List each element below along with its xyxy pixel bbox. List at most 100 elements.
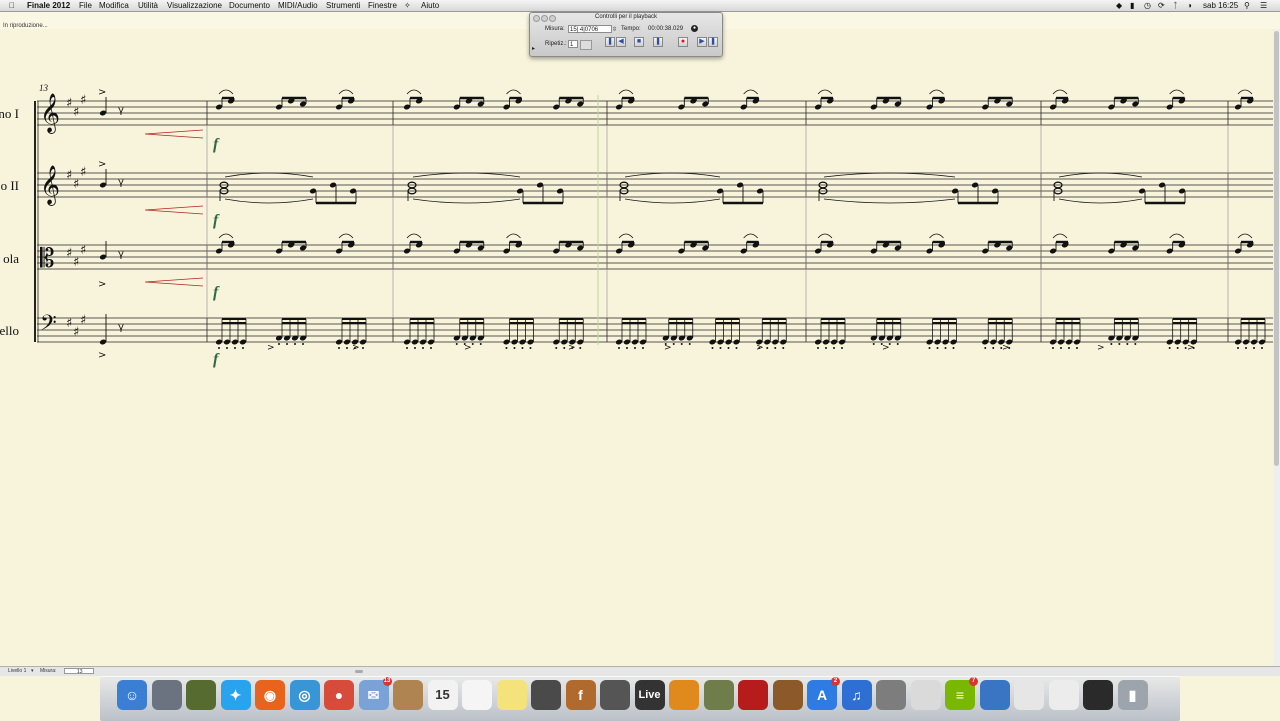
menu-utilita[interactable]: Utilità <box>138 0 158 11</box>
staccato-dot <box>774 347 777 349</box>
sharp-accidental-icon: ♯ <box>73 325 79 340</box>
dynamic-forte-violin-2: f <box>213 212 220 229</box>
stop-icon[interactable]: ■ <box>634 37 644 47</box>
dock-mail-icon[interactable]: ✉ 13 <box>358 677 392 710</box>
dock-safari-icon[interactable]: ◎ <box>289 680 320 710</box>
dock-firefox-icon[interactable]: ◉ <box>255 680 285 710</box>
dock-appstore-icon[interactable]: A2 <box>807 677 840 710</box>
sync-icon[interactable]: ⟳ <box>1158 0 1165 11</box>
staccato-dot <box>218 347 220 349</box>
scrollbar-thumb[interactable] <box>1274 31 1279 466</box>
menu-aiuto[interactable]: Aiuto <box>421 0 439 11</box>
dock-folder-1-icon[interactable] <box>1014 680 1044 710</box>
dock-twitter-icon[interactable]: ✦ <box>220 680 251 710</box>
layer-select[interactable]: Livello 1 <box>8 667 26 676</box>
expand-triangle-icon[interactable]: ▸ <box>532 45 535 52</box>
script-menu-icon[interactable]: ✧ <box>404 0 411 11</box>
dock-preview-icon[interactable] <box>910 680 941 710</box>
staccato-dot <box>896 343 899 345</box>
menu-documento[interactable]: Documento <box>229 0 270 11</box>
slur <box>743 233 758 239</box>
menu-visualizzazione[interactable]: Visualizzazione <box>167 0 222 11</box>
bottom-measure-field[interactable]: 13 <box>64 668 94 675</box>
staccato-dot <box>727 347 730 349</box>
staccato-dot <box>1110 343 1113 345</box>
dock-launchpad-icon[interactable] <box>151 680 182 710</box>
instrument-label-cello: ello <box>0 323 19 338</box>
notification-list-icon[interactable]: ☰ <box>1260 0 1267 11</box>
repeat-stepper-icon[interactable] <box>580 40 592 50</box>
dock-photobooth-icon[interactable] <box>738 680 768 710</box>
vertical-scrollbar[interactable] <box>1273 29 1280 666</box>
menu-file[interactable]: File <box>79 0 92 11</box>
rewind-icon[interactable]: ◀ <box>616 37 626 47</box>
staccato-dot <box>952 347 955 349</box>
dock-calendar-day: 15 <box>435 687 450 702</box>
bluetooth-icon[interactable]: ᛏ <box>1173 0 1178 11</box>
layer-dropdown-icon[interactable]: ▾ <box>31 667 34 676</box>
dock-itunes-folder-icon[interactable] <box>703 680 734 710</box>
dock-spotify-icon[interactable]: ≡ 7 <box>945 677 978 710</box>
menu-bar:  Finale 2012 File Modifica Utilità Visu… <box>0 0 1280 12</box>
slur <box>224 198 314 204</box>
staccato-dot <box>817 347 819 349</box>
measure-stepper-icon[interactable]: ⇳ <box>612 26 617 33</box>
dock-trash-icon[interactable]: ▮ <box>1117 680 1148 710</box>
menu-finestre[interactable]: Finestre <box>368 0 397 11</box>
wifi-icon[interactable]: ◑ <box>1187 0 1192 11</box>
menu-midi-audio[interactable]: MIDI/Audio <box>278 0 318 11</box>
go-to-end-icon[interactable]: ❚ <box>708 37 718 47</box>
dock-reminders-icon[interactable] <box>462 680 492 710</box>
dock-garageband-icon[interactable] <box>669 680 699 710</box>
apple-menu-icon[interactable]:  <box>9 0 15 11</box>
menu-app-name[interactable]: Finale 2012 <box>27 0 70 11</box>
sharp-accidental-icon: ♯ <box>66 96 72 111</box>
spotlight-search-icon[interactable]: ⚲ <box>1244 0 1250 11</box>
dock-notes-icon[interactable] <box>496 680 527 710</box>
accent-mark: > <box>267 343 275 353</box>
staccato-dot <box>226 347 228 349</box>
horizontal-scroll-thumb[interactable] <box>355 670 363 673</box>
staccato-dot <box>346 347 348 349</box>
menu-clock[interactable]: sab 16:25 <box>1203 0 1238 11</box>
sharp-accidental-icon: ♯ <box>66 316 72 331</box>
staccato-dot <box>992 347 995 349</box>
dock-preferences-icon[interactable] <box>876 680 906 710</box>
pause-icon[interactable]: ❚ <box>653 37 663 47</box>
dock-live-icon[interactable]: Live <box>634 680 665 710</box>
staccato-dot <box>1134 343 1137 345</box>
dock-finder-icon[interactable]: ☺ <box>117 680 147 710</box>
eighth-rest: γ <box>118 105 124 116</box>
crescendo-hairpin <box>144 205 204 215</box>
dock-calendar-icon[interactable]: 15 <box>427 680 458 710</box>
go-to-start-icon[interactable]: ❚ <box>605 37 615 47</box>
measure-field[interactable]: 15| 4|0706 <box>568 25 612 33</box>
dock-system-prefs-icon[interactable] <box>186 680 216 710</box>
dock-network-icon[interactable] <box>979 680 1010 710</box>
dock-scanner-icon[interactable] <box>600 680 630 710</box>
slur <box>817 233 833 239</box>
dock-itunes-icon[interactable]: ♫ <box>841 680 872 710</box>
dock-chrome-icon[interactable]: ● <box>324 680 354 710</box>
battery-status-icon[interactable]: ▮ <box>1130 0 1134 11</box>
dock-facetime-icon[interactable] <box>531 680 561 710</box>
accent-mark: > <box>1097 343 1105 353</box>
slur <box>506 89 521 95</box>
clock-mode-icon[interactable]: ● <box>691 25 698 32</box>
playback-controls-palette[interactable]: Controlli per il playback Misura: 15| 4|… <box>529 12 723 57</box>
dock-finale-icon[interactable]: f <box>565 680 596 710</box>
crescendo-hairpin <box>144 277 204 287</box>
menu-strumenti[interactable]: Strumenti <box>326 0 360 11</box>
menu-modifica[interactable]: Modifica <box>99 0 129 11</box>
dropbox-icon[interactable]: ◆ <box>1116 0 1122 11</box>
dock-iphoto-icon[interactable] <box>772 680 803 710</box>
fast-forward-icon[interactable]: ▶ <box>697 37 707 47</box>
repeat-field[interactable]: 1 <box>568 40 578 48</box>
dock-folder-2-icon[interactable] <box>1048 680 1079 710</box>
dock-folder-3-icon[interactable] <box>1083 680 1113 710</box>
staccato-dot <box>1126 343 1129 345</box>
dock-contacts-icon[interactable] <box>393 680 423 710</box>
record-icon[interactable]: ● <box>678 37 688 47</box>
dock-badge-mail: 13 <box>382 677 392 686</box>
timemachine-icon[interactable]: ◷ <box>1144 0 1151 11</box>
